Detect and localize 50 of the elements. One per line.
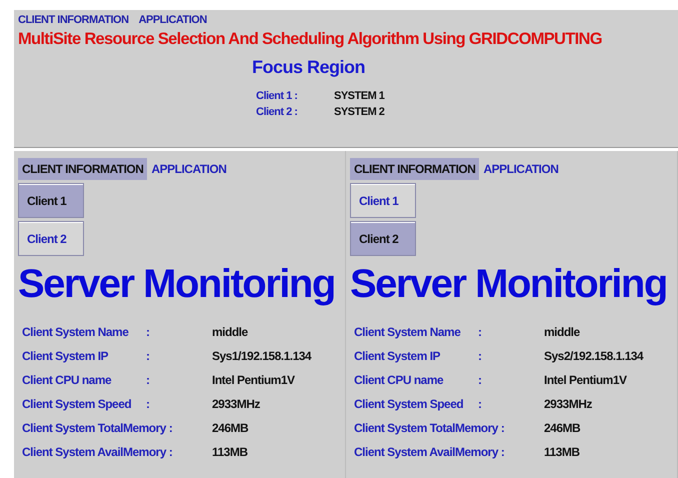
client-value: SYSTEM 1 bbox=[334, 90, 384, 102]
client-button[interactable]: Client 2 bbox=[350, 221, 416, 256]
colon-separator: : bbox=[478, 397, 482, 411]
client-button[interactable]: Client 2 bbox=[18, 221, 84, 256]
field-value: Sys2/192.158.1.134 bbox=[544, 349, 644, 363]
client-label: Client 1 : bbox=[256, 90, 298, 102]
field-label: Client System Speed bbox=[22, 397, 132, 411]
app-title: MultiSite Resource Selection And Scheduling Algorithm Using GRIDCOMPUTING bbox=[18, 30, 603, 49]
colon-separator: : bbox=[478, 325, 482, 339]
field-label: Client System AvailMemory : bbox=[354, 445, 506, 459]
field-label: Client System IP bbox=[354, 349, 442, 363]
field-value: Intel Pentium1V bbox=[544, 373, 627, 387]
field-label: Client System AvailMemory : bbox=[22, 445, 174, 459]
client-button[interactable]: Client 1 bbox=[18, 183, 84, 218]
field-label: Client System Name bbox=[354, 325, 462, 339]
panel-tab[interactable]: CLIENT INFORMATION bbox=[350, 158, 480, 180]
field-value: 113MB bbox=[212, 445, 248, 459]
panel-tab[interactable]: APPLICATION bbox=[479, 158, 562, 180]
field-value: 2933MHz bbox=[544, 397, 592, 411]
field-label: Client CPU name bbox=[22, 373, 112, 387]
panel-heading: Server Monitoring bbox=[18, 261, 336, 308]
panel-tab[interactable]: APPLICATION bbox=[147, 158, 230, 180]
field-label: Client System TotalMemory : bbox=[354, 421, 506, 435]
field-value: middle bbox=[544, 325, 580, 339]
colon-separator: : bbox=[478, 373, 482, 387]
client-button[interactable]: Client 1 bbox=[350, 183, 416, 218]
colon-separator: : bbox=[146, 373, 150, 387]
panel-tab[interactable]: CLIENT INFORMATION bbox=[18, 158, 148, 180]
field-value: middle bbox=[212, 325, 248, 339]
client-label: Client 2 : bbox=[256, 106, 298, 118]
colon-separator: : bbox=[146, 325, 150, 339]
field-value: 2933MHz bbox=[212, 397, 260, 411]
field-label: Client CPU name bbox=[354, 373, 444, 387]
panel-heading: Server Monitoring bbox=[350, 261, 668, 308]
field-value: 246MB bbox=[544, 421, 580, 435]
colon-separator: : bbox=[146, 349, 150, 363]
field-value: Intel Pentium1V bbox=[212, 373, 295, 387]
colon-separator: : bbox=[478, 349, 482, 363]
colon-separator: : bbox=[146, 397, 150, 411]
field-value: 113MB bbox=[544, 445, 580, 459]
field-label: Client System TotalMemory : bbox=[22, 421, 174, 435]
field-value: Sys1/192.158.1.134 bbox=[212, 349, 312, 363]
section-title: Focus Region bbox=[252, 57, 366, 78]
client-value: SYSTEM 2 bbox=[334, 106, 384, 118]
menu-tab[interactable]: CLIENT INFORMATION bbox=[18, 14, 129, 26]
field-label: Client System IP bbox=[22, 349, 110, 363]
field-value: 246MB bbox=[212, 421, 248, 435]
menu-tab[interactable]: APPLICATION bbox=[138, 14, 207, 26]
field-label: Client System Speed bbox=[354, 397, 464, 411]
field-label: Client System Name bbox=[22, 325, 130, 339]
